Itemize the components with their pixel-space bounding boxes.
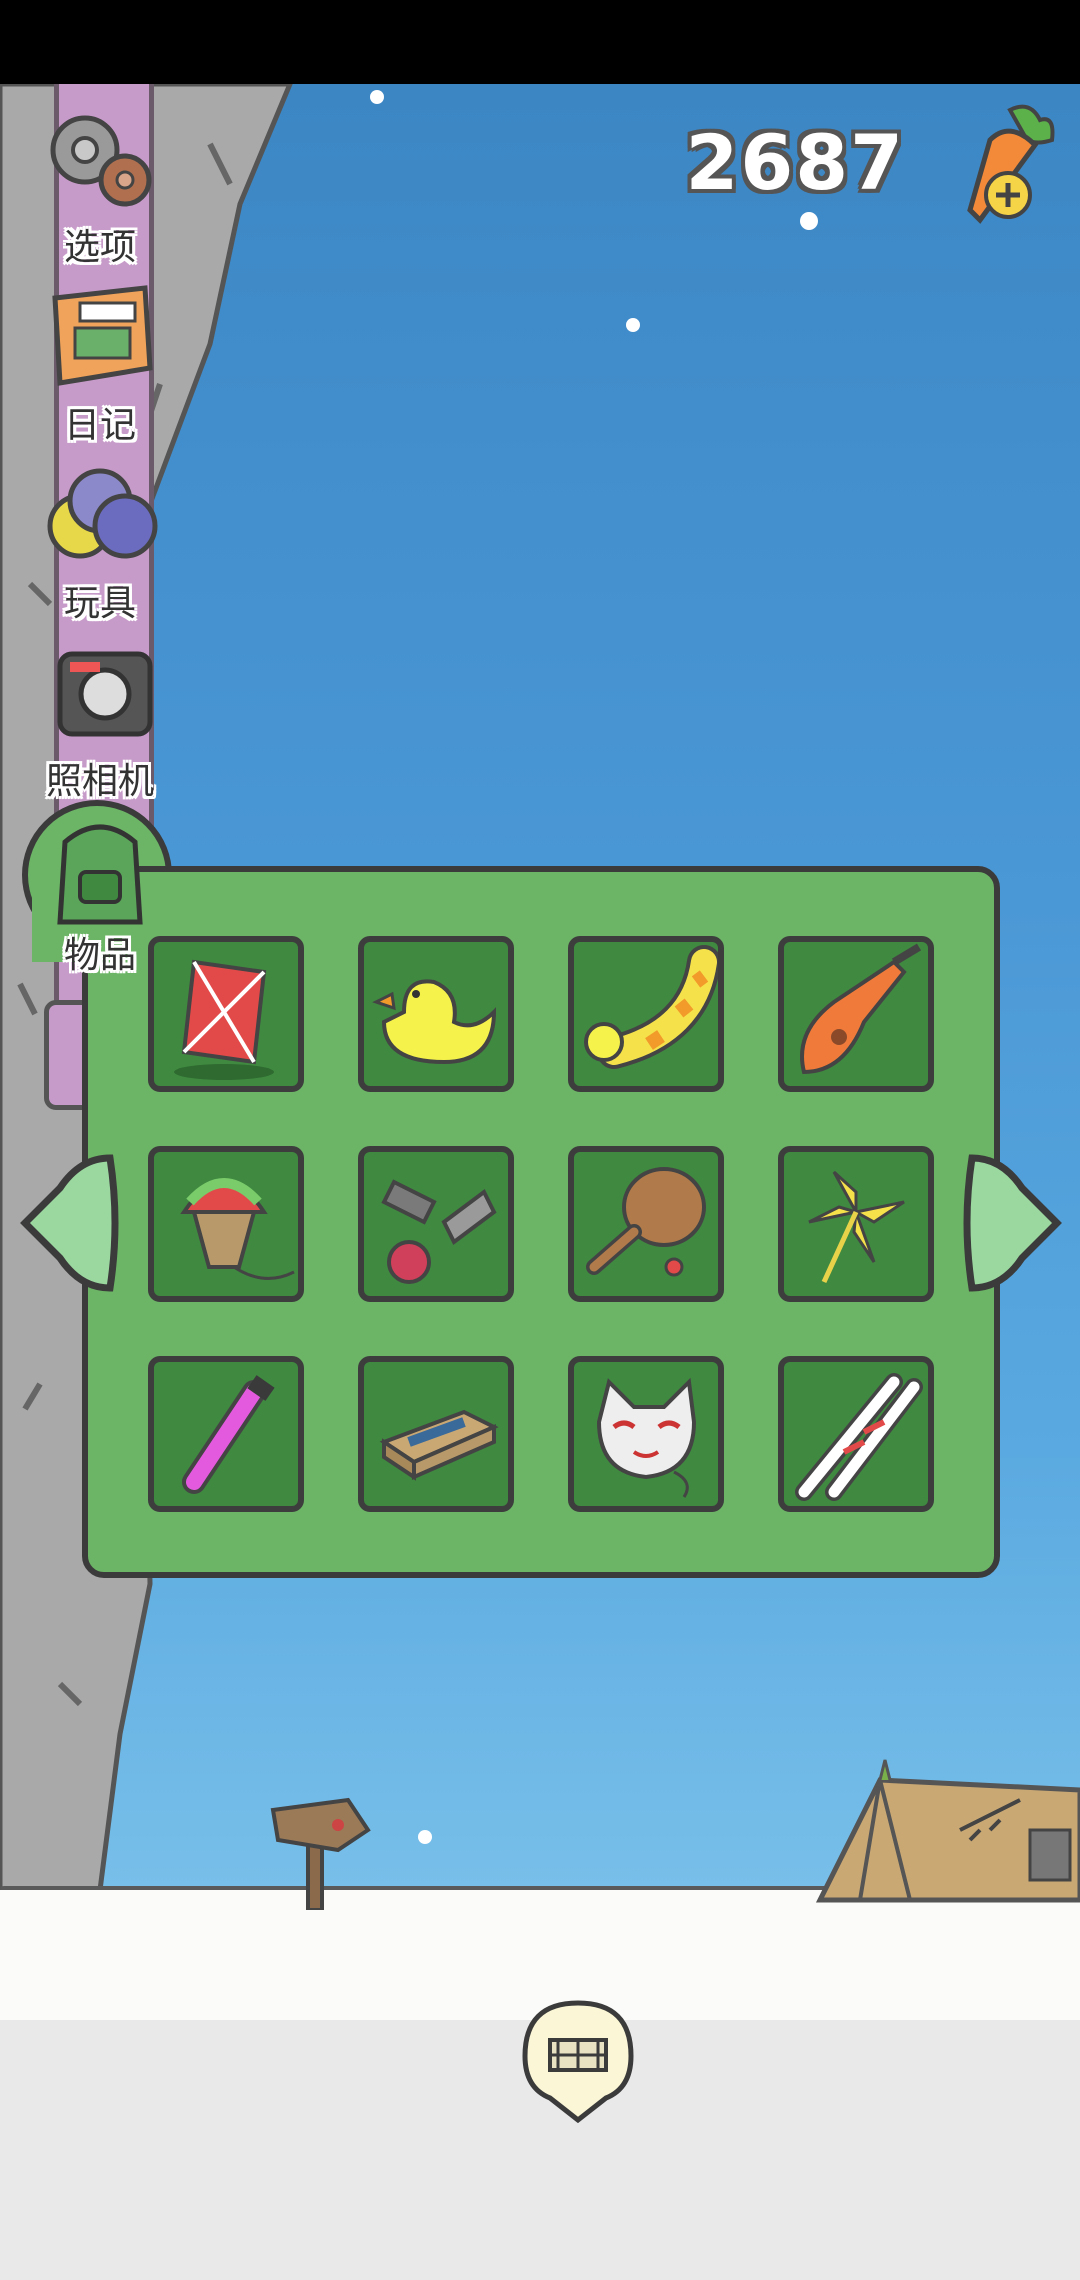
item-slot[interactable]	[358, 1146, 514, 1302]
sidebar-item-label: 玩具	[63, 583, 136, 624]
pinwheel-icon	[808, 1170, 905, 1284]
item-slot[interactable]	[568, 1146, 724, 1302]
home-map-icon[interactable]	[520, 1998, 636, 2124]
sidebar-item-diary[interactable]: 日记	[20, 278, 180, 448]
arrow-left-icon[interactable]	[20, 1148, 120, 1298]
sidebar-item-label: 选项	[63, 227, 136, 268]
swim-ring-duck-icon	[584, 945, 718, 1069]
guitar-icon	[800, 943, 922, 1075]
item-slot[interactable]	[358, 936, 514, 1092]
kite-icon	[174, 959, 274, 1080]
toy-balls-icon	[47, 468, 158, 559]
carrot-plus-icon[interactable]	[950, 100, 1060, 230]
item-slot[interactable]	[148, 936, 304, 1092]
star	[418, 1830, 432, 1844]
item-slot[interactable]	[778, 936, 934, 1092]
cat-mask-icon	[596, 1377, 697, 1498]
item-slot[interactable]	[148, 1146, 304, 1302]
backpack-icon	[57, 824, 143, 925]
wooden-signpost	[270, 1797, 371, 1910]
tent	[815, 1759, 1080, 1903]
sidebar-item-label: 日记	[63, 405, 136, 446]
item-slot[interactable]	[778, 1356, 934, 1512]
item-slot[interactable]	[148, 1356, 304, 1512]
item-slot[interactable]	[568, 1356, 724, 1512]
star	[370, 90, 384, 104]
diary-icon	[52, 285, 153, 386]
sidebar-item-camera[interactable]: 照相机	[20, 634, 180, 804]
item-slot[interactable]	[568, 936, 724, 1092]
star	[626, 318, 640, 332]
sidebar-item-options[interactable]: 选项	[20, 100, 180, 270]
carrot-counter: 2687	[685, 118, 905, 207]
star	[800, 212, 818, 230]
item-slot[interactable]	[778, 1146, 934, 1302]
skis-icon	[795, 1373, 923, 1501]
item-slot[interactable]	[358, 1356, 514, 1512]
arrow-right-icon[interactable]	[962, 1148, 1062, 1298]
matchbox-icon	[379, 1409, 499, 1481]
sidebar-item-label: 照相机	[45, 761, 154, 802]
straw-fan-icon	[180, 1178, 295, 1280]
gears-icon	[50, 115, 152, 207]
sidebar-item-toys[interactable]: 玩具	[20, 456, 180, 626]
test-tube-icon	[182, 1375, 275, 1494]
paddle-ball-icon	[586, 1167, 706, 1277]
camera-icon	[57, 651, 153, 737]
kendama-icon	[381, 1179, 497, 1284]
status-bar	[0, 0, 1080, 84]
rubber-duck-icon	[372, 979, 497, 1065]
